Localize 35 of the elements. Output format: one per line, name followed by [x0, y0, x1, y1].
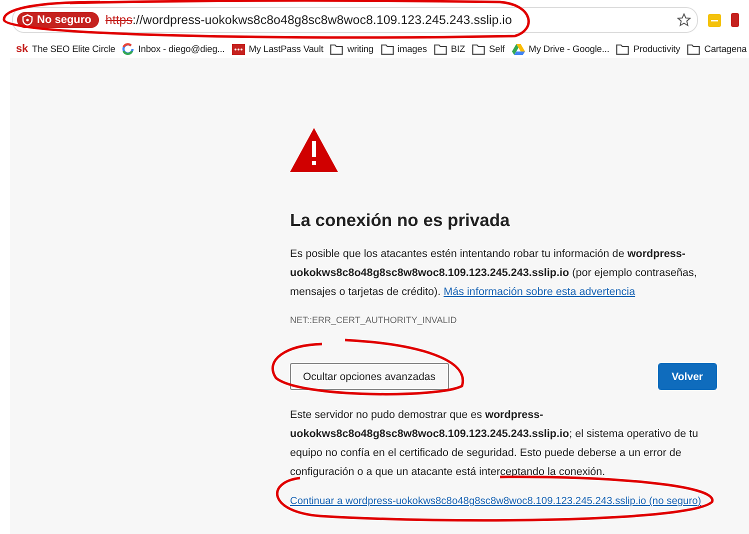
bookmark-link[interactable]: My Drive - Google... — [528, 44, 610, 54]
warning-icon — [290, 128, 338, 172]
error-code: NET::ERR_CERT_AUTHORITY_INVALID — [290, 315, 458, 325]
bookmark-link[interactable]: My LastPass Vault — [248, 44, 324, 54]
folder-icon — [687, 44, 700, 54]
extension-icon[interactable] — [731, 13, 739, 27]
folder-icon — [616, 44, 630, 54]
error-heading: La conexión no es privada — [290, 210, 511, 231]
bookmark-link[interactable]: writing — [347, 44, 374, 54]
bookmark-link[interactable]: The SEO Elite Circle — [32, 44, 116, 54]
folder-icon — [434, 44, 447, 54]
bookmark-link[interactable]: Inbox - diego@dieg... — [138, 44, 225, 54]
address-bar[interactable]: No seguro https://wordpress-uokokws8c8o48g8sc8w8woc8.109.123.245.243.sslip.io — [12, 7, 698, 33]
proceed-link[interactable]: Continuar a wordpress-uokokws8c8o48g8sc8w8woc8.109.123.245.243.sslip.io (no seguro) — [290, 496, 702, 507]
learn-more-link[interactable]: Más información sobre esta advertencia — [444, 286, 636, 298]
bookmark-link[interactable]: Self — [489, 44, 505, 54]
folder-icon — [330, 44, 344, 54]
star-icon[interactable] — [677, 13, 691, 27]
security-badge[interactable]: No seguro — [17, 12, 100, 28]
url-text: https://wordpress-uokokws8c8o48g8sc8w8woc8.109.123.245.243.sslip.io — [105, 13, 513, 27]
bookmark-link[interactable]: Productivity — [633, 44, 680, 54]
advanced-details-text: Este servidor no pudo demostrar que es wordpress-uokokws8c8o48g8sc8w8woc8.109.123.245.243.sslip.io; el sistema operativo de tu equipo no confía en el certificado de seguridad. Esto puede deberse a un error de configuración o a que un atacante está interceptando la conexión. — [290, 408, 700, 480]
bookmark-link[interactable]: Cartagena — [704, 44, 747, 54]
back-button[interactable]: Volver — [658, 363, 717, 390]
folder-icon — [472, 44, 486, 54]
shield-icon — [22, 14, 33, 26]
error-description: Es posible que los atacantes estén intentando robar tu información de wordpress-uokokws8c8o48g8sc8w8woc8.109.123.245.243.sslip.io (por ejemplo contraseñas, mensajes o tarjetas de crédito). Más información sobre esta advertencia — [290, 247, 698, 300]
drive-logo-icon — [512, 44, 525, 54]
bookmark-link[interactable]: BIZ — [450, 44, 466, 54]
bookmark-link[interactable]: images — [398, 44, 427, 54]
advanced-options-button[interactable]: Ocultar opciones avanzadas — [290, 363, 448, 390]
lastpass-logo-icon — [232, 44, 245, 54]
google-logo-icon — [122, 43, 134, 55]
folder-icon — [380, 44, 394, 54]
site-logo: sk — [16, 43, 28, 55]
